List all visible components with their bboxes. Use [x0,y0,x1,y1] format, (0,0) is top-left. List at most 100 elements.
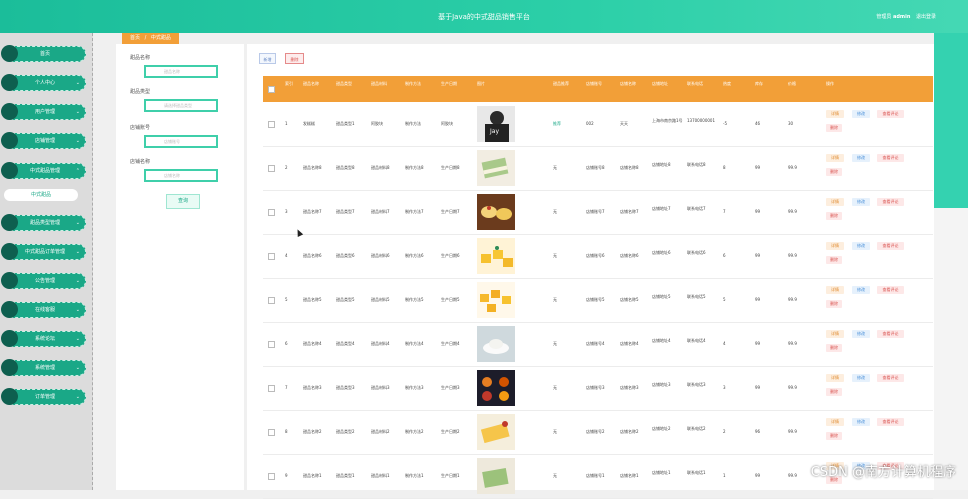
sidebar-item-4[interactable]: 店铺管理 ⌄ [1,132,86,149]
cell-date: 生产日期5 [441,297,460,302]
dessert-image[interactable] [477,326,515,362]
edit-button[interactable]: 修改 [852,374,870,382]
search-button[interactable]: 查询 [166,194,200,209]
sidebar: 首页 个人中心 ⌄ 用户管理 ⌄ 店铺管理 ⌄ 中式甜品管理 ⌃ 甜品类型管理 ⌄ 中式甜品订单管理 ⌄… [0,33,93,490]
detail-button[interactable]: 详情 [826,198,844,206]
column-header[interactable]: 库存 [755,80,785,87]
chevron-icon: ⌄ [75,307,80,313]
row-checkbox[interactable] [268,165,275,172]
delete-button[interactable]: 删除 [826,300,842,308]
dessert-image[interactable] [477,238,515,274]
cell-acct: 店铺账号5 [586,297,605,302]
submenu-item-active[interactable]: 中式甜品 [4,189,78,201]
delete-button[interactable]: 删除 [826,212,842,220]
detail-button[interactable]: 详情 [826,154,844,162]
sidebar-item-12[interactable]: 订单管理 ⌄ [1,388,86,405]
dessert-image[interactable] [477,370,515,406]
search-input[interactable]: 店铺账号 [144,135,218,148]
sidebar-item-9[interactable]: 在线客服 ⌄ [1,301,86,318]
row-checkbox[interactable] [268,429,275,436]
column-header[interactable]: 店铺账号 [586,80,617,87]
column-header[interactable]: 甜品名称 [303,80,333,87]
sidebar-item-11[interactable]: 系统管理 ⌄ [1,359,86,376]
row-checkbox[interactable] [268,385,275,392]
review-button[interactable]: 查看评论 [877,418,904,426]
add-button[interactable]: 新增 [259,53,276,64]
column-header[interactable]: 索引 [285,80,300,87]
review-button[interactable]: 查看评论 [877,110,904,118]
delete-button[interactable]: 删除 [826,256,842,264]
dessert-image[interactable] [477,150,515,186]
column-header[interactable]: 甜品材料 [371,80,402,87]
sidebar-item-3[interactable]: 用户管理 ⌄ [1,103,86,120]
cell-type: 甜品类型8 [336,165,355,170]
review-button[interactable]: 查看评论 [877,154,904,162]
logout-link[interactable]: 退出登录 [916,14,936,20]
detail-button[interactable]: 详情 [826,110,844,118]
row-checkbox[interactable] [268,473,275,480]
edit-button[interactable]: 修改 [852,418,870,426]
detail-button[interactable]: 详情 [826,374,844,382]
dessert-image[interactable]: Jay [477,106,515,142]
sidebar-item-10[interactable]: 系统论坛 ⌄ [1,330,86,347]
cell-date: 生产日期1 [441,473,460,478]
column-header[interactable]: 店铺名称 [620,80,649,87]
search-input[interactable]: 店铺名称 [144,169,218,182]
select-all-checkbox[interactable] [268,86,275,93]
review-button[interactable]: 查看评论 [877,242,904,250]
review-button[interactable]: 查看评论 [877,374,904,382]
cell-date: 阿胶块 [441,121,453,126]
edit-button[interactable]: 修改 [852,242,870,250]
edit-button[interactable]: 修改 [852,110,870,118]
column-header[interactable]: 甜品推荐 [553,80,583,87]
column-header[interactable]: 生产日期 [441,80,474,87]
column-header[interactable]: 图片 [477,80,550,87]
delete-button[interactable]: 删除 [826,124,842,132]
detail-button[interactable]: 详情 [826,286,844,294]
column-header[interactable]: 店铺地址 [652,80,684,87]
column-header[interactable]: 联系电话 [687,80,720,87]
dessert-image[interactable] [477,282,515,318]
dessert-image[interactable] [477,414,515,450]
detail-button[interactable]: 详情 [826,242,844,250]
row-checkbox[interactable] [268,297,275,304]
cell-price: 99.9 [788,385,797,390]
sidebar-item-6[interactable]: 甜品类型管理 ⌄ [1,214,86,231]
delete-button[interactable]: 删除 [826,344,842,352]
cell-acct: 店铺账号4 [586,341,605,346]
cell-shop: 店铺名称6 [620,253,639,258]
row-checkbox[interactable] [268,121,275,128]
sidebar-item-2[interactable]: 个人中心 ⌄ [1,74,86,91]
dessert-image[interactable] [477,194,515,230]
delete-button[interactable]: 删除 [826,168,842,176]
delete-button[interactable]: 删除 [826,388,842,396]
sidebar-item-1[interactable]: 首页 [1,45,86,62]
dessert-image[interactable] [477,458,515,494]
review-button[interactable]: 查看评论 [877,286,904,294]
sidebar-item-8[interactable]: 公告管理 ⌄ [1,272,86,289]
sidebar-item-5[interactable]: 中式甜品管理 ⌃ [1,162,86,179]
column-header[interactable]: 热度 [723,80,752,87]
search-input[interactable]: 甜品名称 [144,65,218,78]
detail-button[interactable]: 详情 [826,418,844,426]
search-input[interactable]: 请选择甜品类型 [144,99,218,112]
delete-button[interactable]: 删除 [826,432,842,440]
sidebar-item-7[interactable]: 中式甜品订单管理 ⌄ [1,243,86,260]
review-button[interactable]: 查看评论 [877,198,904,206]
edit-button[interactable]: 修改 [852,330,870,338]
row-checkbox[interactable] [268,341,275,348]
detail-button[interactable]: 详情 [826,330,844,338]
edit-button[interactable]: 修改 [852,198,870,206]
breadcrumb-home[interactable]: 首页 [130,35,140,41]
column-header[interactable]: 操作 [826,80,866,87]
edit-button[interactable]: 修改 [852,286,870,294]
delete-button[interactable]: 删除 [285,53,304,64]
row-checkbox[interactable] [268,253,275,260]
column-header[interactable]: 甜品类型 [336,80,368,87]
row-checkbox[interactable] [268,209,275,216]
column-header[interactable]: 价格 [788,80,823,87]
cell-idx: 6 [285,341,288,346]
review-button[interactable]: 查看评论 [877,330,904,338]
column-header[interactable]: 制作方法 [405,80,438,87]
edit-button[interactable]: 修改 [852,154,870,162]
